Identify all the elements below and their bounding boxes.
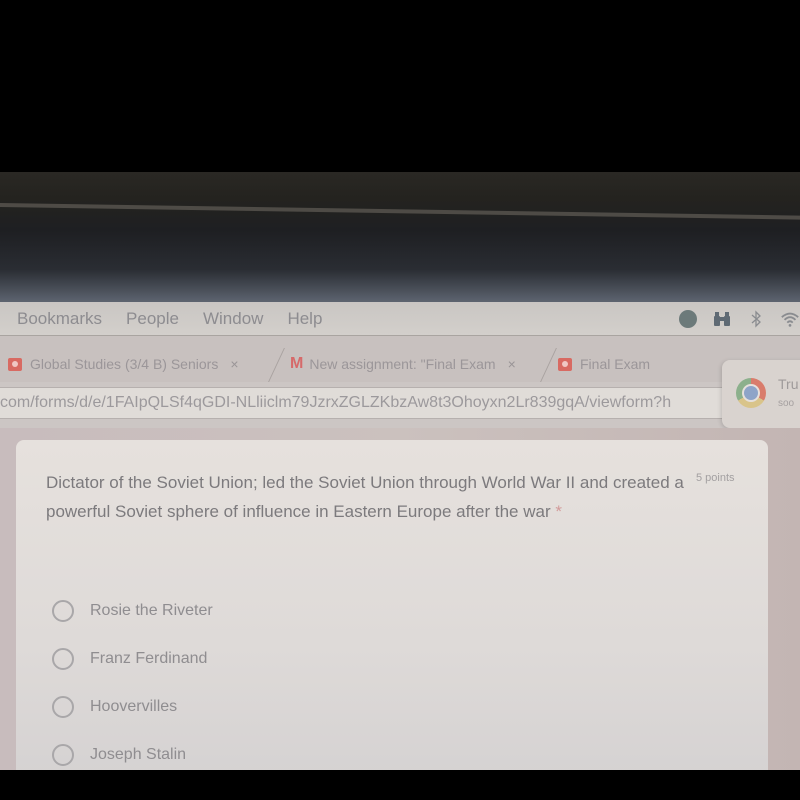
menu-people[interactable]: People bbox=[126, 309, 179, 329]
tab-title: New assignment: "Final Exam bbox=[309, 356, 496, 372]
wifi-icon[interactable] bbox=[780, 310, 800, 328]
tab-final-exam[interactable]: Final Exam bbox=[558, 349, 650, 379]
menu-window[interactable]: Window bbox=[203, 309, 263, 329]
gmail-icon: M bbox=[290, 355, 304, 372]
globe-icon[interactable] bbox=[678, 310, 698, 328]
close-icon[interactable]: × bbox=[508, 356, 516, 372]
bluetooth-icon[interactable] bbox=[746, 310, 766, 328]
option-label: Rosie the Riveter bbox=[90, 602, 213, 619]
form-page: Dictator of the Soviet Union; led the So… bbox=[0, 428, 800, 780]
photo-black-top bbox=[0, 0, 800, 172]
option-franz-ferdinand[interactable]: Franz Ferdinand bbox=[52, 635, 213, 683]
required-marker: * bbox=[555, 502, 562, 521]
radio-button[interactable] bbox=[52, 648, 74, 670]
laptop-bezel bbox=[0, 172, 800, 302]
option-rosie-the-riveter[interactable]: Rosie the Riveter bbox=[52, 587, 213, 635]
tab-new-assignment[interactable]: M New assignment: "Final Exam × bbox=[290, 349, 516, 379]
question-card: Dictator of the Soviet Union; led the So… bbox=[16, 440, 768, 780]
radio-button[interactable] bbox=[52, 696, 74, 718]
options-list: Rosie the Riveter Franz Ferdinand Hoover… bbox=[52, 587, 213, 779]
option-label: Hoovervilles bbox=[90, 698, 178, 715]
browser-tabbar: Global Studies (3/4 B) Seniors × M New a… bbox=[0, 336, 800, 382]
tab-title: Final Exam bbox=[580, 356, 651, 372]
notification-title: Tru bbox=[778, 376, 799, 392]
tab-global-studies[interactable]: Global Studies (3/4 B) Seniors × bbox=[8, 349, 239, 379]
binoculars-icon[interactable] bbox=[712, 310, 732, 328]
address-bar-area: com/forms/d/e/1FAIpQLSf4qGDI-NLliiclm79J… bbox=[0, 382, 800, 428]
option-label: Joseph Stalin bbox=[90, 746, 187, 763]
menu-help[interactable]: Help bbox=[287, 309, 322, 329]
tab-title: Global Studies (3/4 B) Seniors bbox=[30, 356, 219, 372]
forms-icon bbox=[558, 357, 572, 371]
status-icons bbox=[678, 310, 800, 328]
radio-button[interactable] bbox=[52, 744, 74, 766]
option-hoovervilles[interactable]: Hoovervilles bbox=[52, 683, 213, 731]
mac-menubar: Bookmarks People Window Help bbox=[0, 302, 800, 336]
menu-bookmarks[interactable]: Bookmarks bbox=[17, 309, 102, 329]
points-label: 5 points bbox=[696, 472, 735, 484]
classroom-icon bbox=[8, 357, 22, 371]
question-label: Dictator of the Soviet Union; led the So… bbox=[46, 473, 684, 521]
chrome-notification[interactable]: Tru soo bbox=[722, 360, 800, 428]
chrome-icon bbox=[736, 378, 766, 408]
notification-subtitle: soo bbox=[778, 398, 795, 409]
question-text: Dictator of the Soviet Union; led the So… bbox=[46, 468, 696, 526]
url-input[interactable]: com/forms/d/e/1FAIpQLSf4qGDI-NLliiclm79J… bbox=[0, 387, 728, 419]
close-icon[interactable]: × bbox=[230, 356, 238, 372]
photo-black-bottom bbox=[0, 770, 800, 800]
radio-button[interactable] bbox=[52, 600, 74, 622]
option-label: Franz Ferdinand bbox=[90, 650, 208, 667]
